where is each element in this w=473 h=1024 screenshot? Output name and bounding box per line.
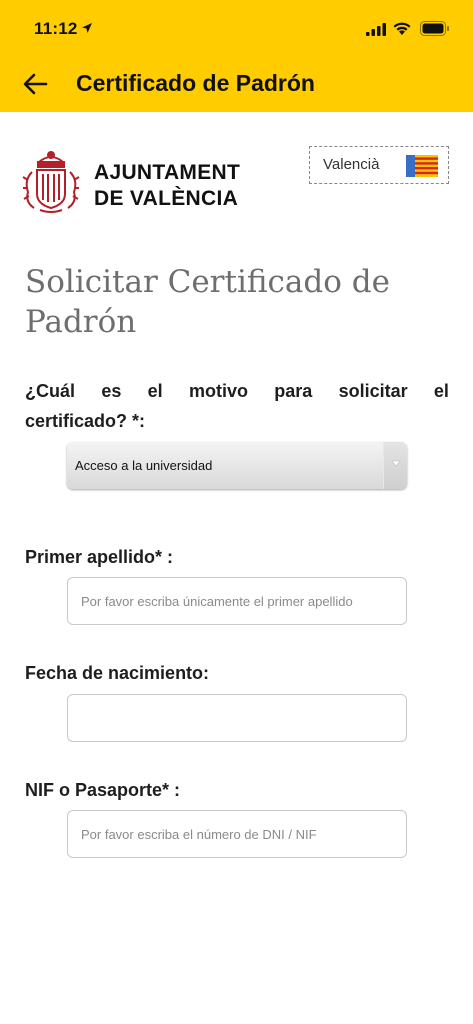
motivo-select-toggle[interactable] (383, 442, 407, 489)
city-council-name: AJUNTAMENT DE VALÈNCIA (94, 160, 240, 212)
motivo-label-line-2: certificado? *: (25, 411, 146, 431)
motivo-word: para (274, 381, 313, 401)
motivo-label-line-1: ¿Cuál es el motivo para solicitar el (25, 376, 449, 406)
language-selector[interactable]: Valencià (309, 146, 449, 184)
motivo-word: el (147, 381, 163, 401)
city-seal-logo (22, 151, 80, 213)
motivo-select[interactable]: Acceso a la universidad (67, 442, 407, 489)
apellido-input[interactable] (67, 577, 407, 625)
motivo-word: es (101, 381, 122, 401)
status-time: 11:12 (34, 19, 78, 38)
motivo-selected-value: Acceso a la universidad (75, 458, 213, 473)
fecha-nacimiento-input[interactable] (67, 694, 407, 742)
motivo-word: el (433, 381, 449, 401)
wifi-icon (393, 22, 411, 35)
dropdown-arrow-icon (391, 460, 401, 467)
cellular-signal-icon (366, 23, 386, 36)
fecha-label: Fecha de nacimiento: (25, 663, 210, 683)
nif-label: NIF o Pasaporte* : (25, 780, 181, 800)
form-heading: Solicitar Certificado de Padrón (25, 264, 390, 340)
page-title: Certificado de Padrón (76, 70, 315, 96)
language-label: Valencià (323, 156, 380, 173)
motivo-word: solicitar (338, 381, 408, 401)
battery-icon (420, 21, 449, 36)
app-header: 11:12 Certificado de Padrón (0, 0, 473, 112)
brand-line-1: AJUNTAMENT (94, 161, 241, 184)
apellido-label: Primer apellido* : (25, 547, 174, 567)
brand-line-2: DE VALÈNCIA (94, 187, 239, 210)
motivo-word: motivo (188, 381, 248, 401)
back-arrow-icon[interactable] (22, 72, 48, 96)
status-bar: 11:12 (0, 0, 473, 58)
motivo-word: ¿Cuál (25, 381, 76, 401)
valencia-flag-icon (406, 155, 438, 177)
nif-input[interactable] (67, 810, 407, 858)
motivo-label: ¿Cuál es el motivo para solicitar el cer… (25, 376, 449, 436)
location-arrow-icon (82, 23, 92, 33)
